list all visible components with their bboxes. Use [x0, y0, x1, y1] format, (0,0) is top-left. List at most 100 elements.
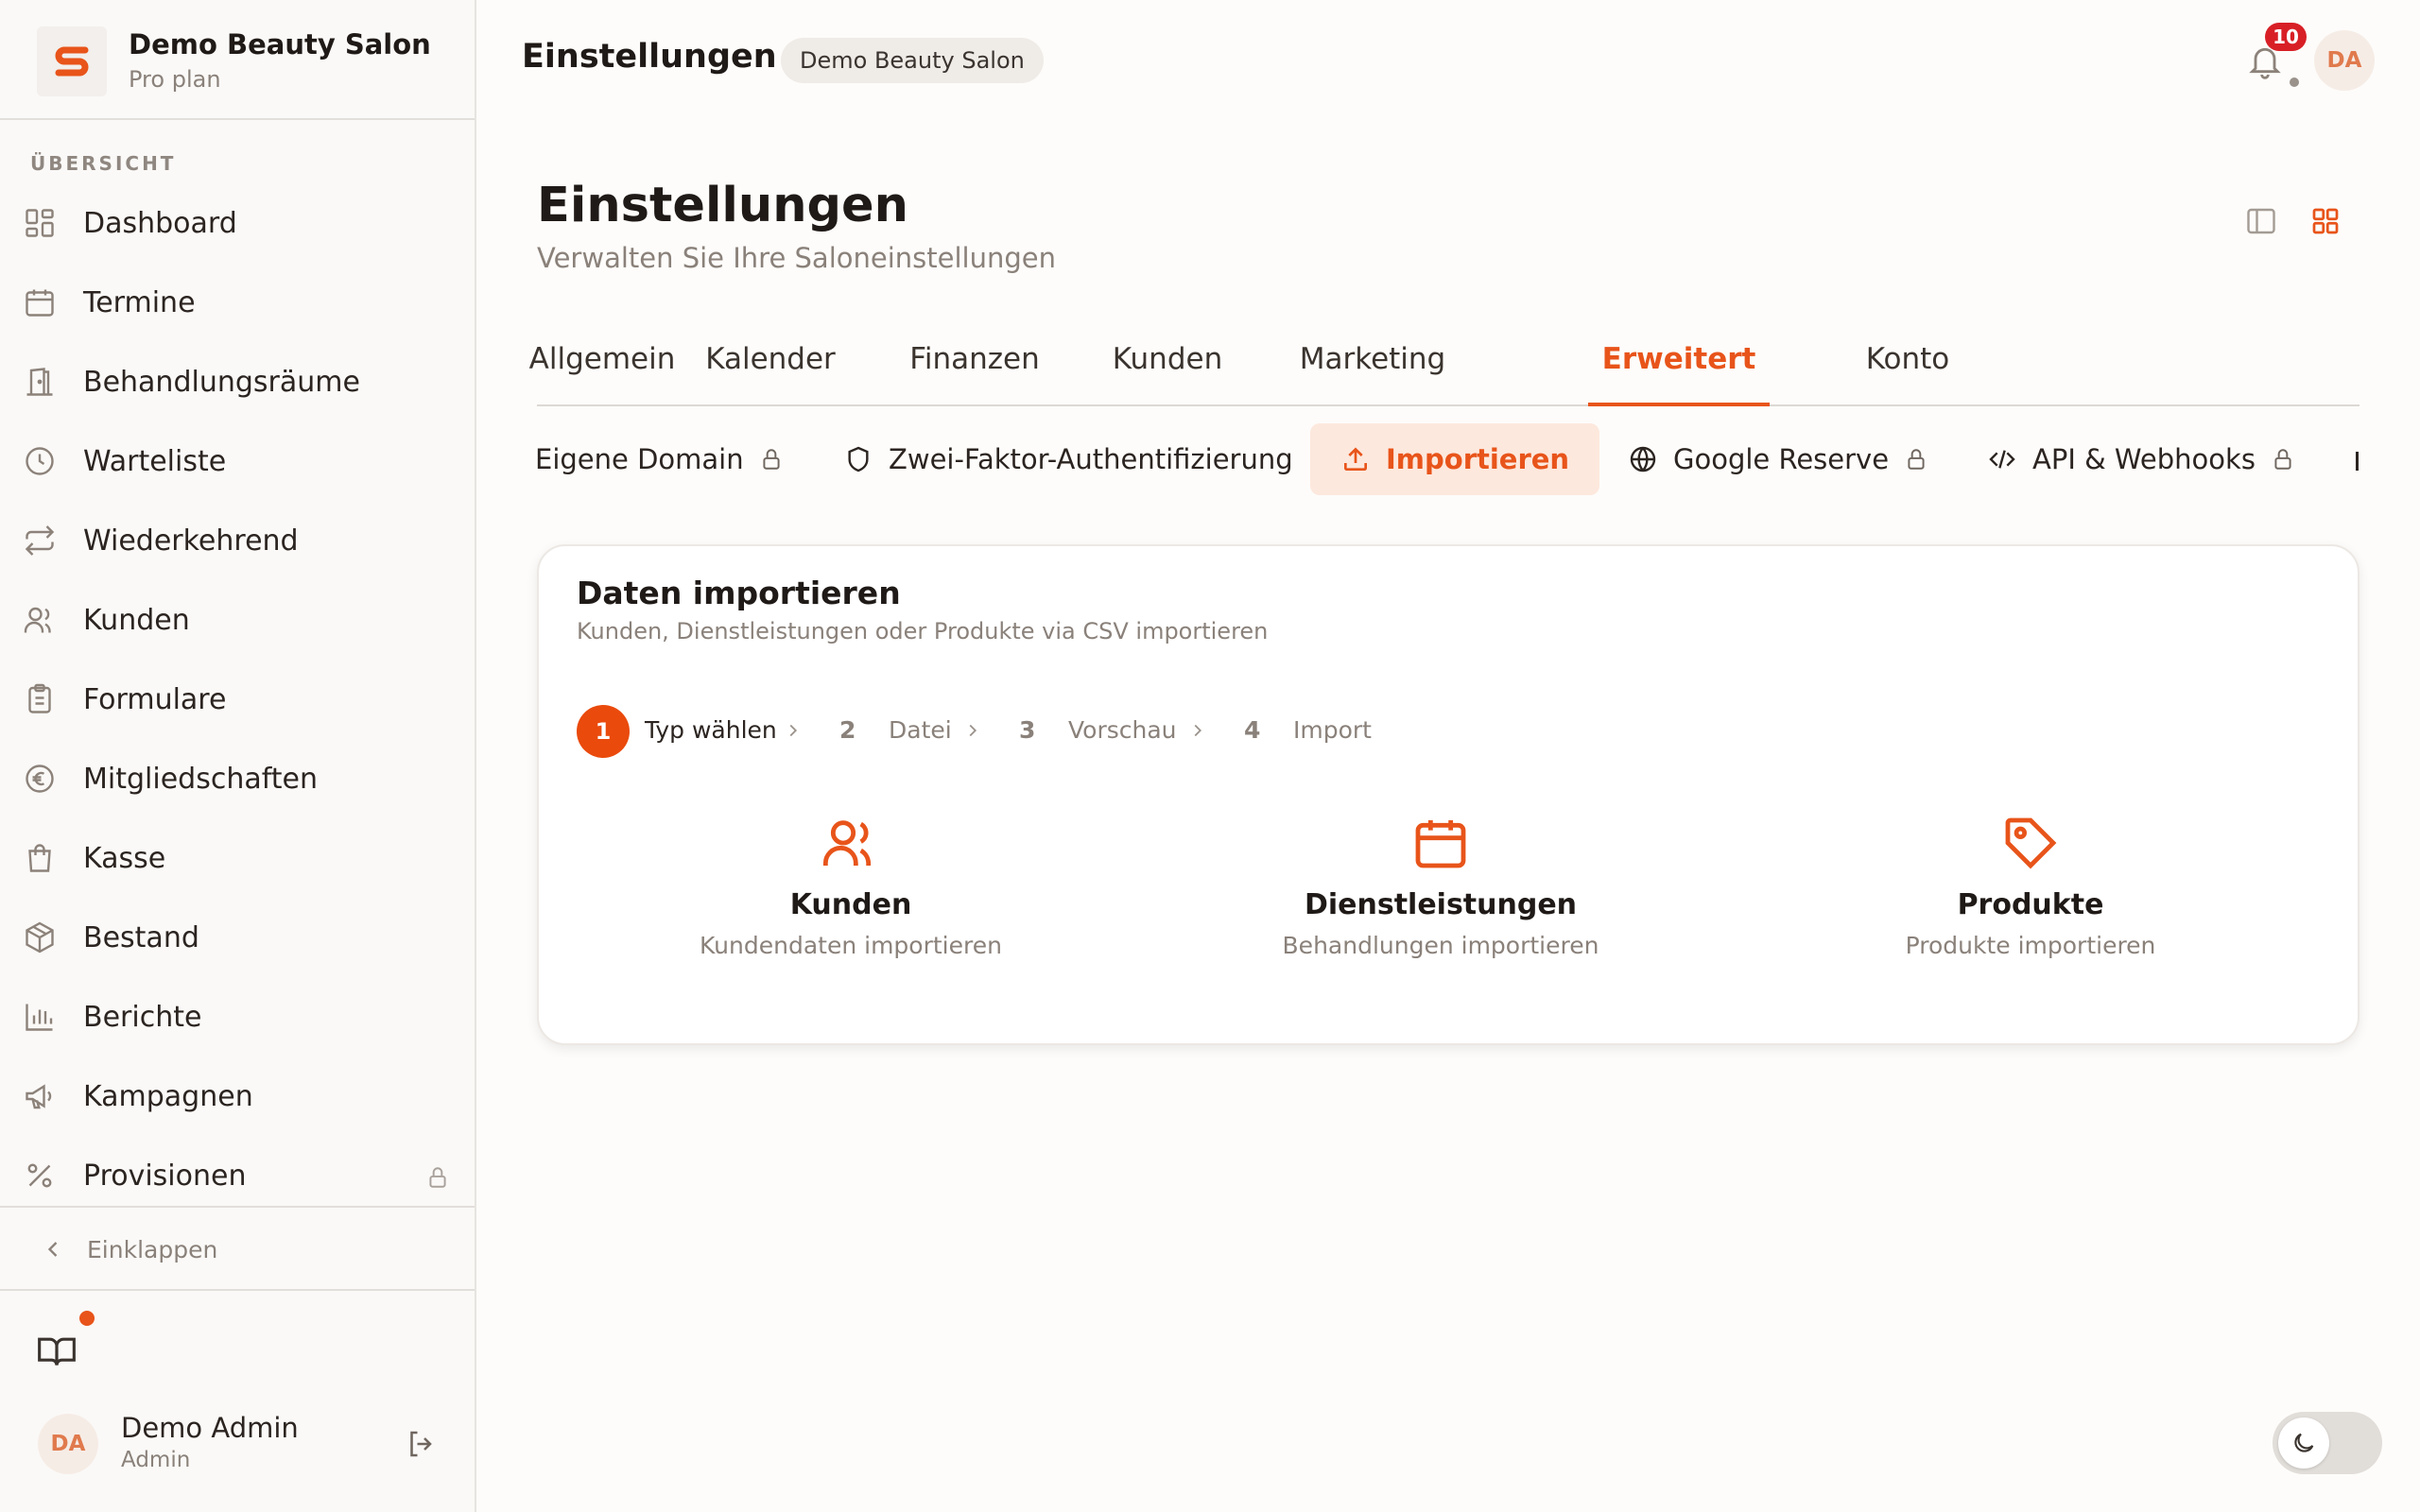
step-3-label: Vorschau: [1068, 716, 1177, 744]
advanced-subtabs: Eigene Domain Zwei-Faktor-Authentifizier…: [0, 423, 2420, 499]
chevron-right-icon: [962, 720, 983, 741]
sidebar-item-berichte[interactable]: Berichte: [0, 984, 475, 1050]
import-card: Daten importieren Kunden, Dienstleistung…: [537, 544, 2360, 1045]
tab-allgemein[interactable]: Allgemein: [529, 331, 676, 406]
step-1-indicator: 1: [577, 705, 630, 758]
salon-chip[interactable]: Demo Beauty Salon: [781, 38, 1044, 83]
subtab-importieren[interactable]: Importieren: [1310, 423, 1600, 495]
sidebar-item-bestand[interactable]: Bestand: [0, 904, 475, 971]
dashboard-icon: [23, 206, 57, 240]
sidebar-item-mitgliedschaften[interactable]: Mitgliedschaften: [0, 746, 475, 812]
page-subtitle: Verwalten Sie Ihre Saloneinstellungen: [537, 242, 1056, 274]
topbar: Einstellungen Demo Beauty Salon 10 DA: [476, 0, 2420, 120]
sidebar-item-provisionen[interactable]: Provisionen: [0, 1143, 475, 1209]
user-name: Demo Admin: [121, 1412, 299, 1444]
step-4-label: Import: [1293, 716, 1372, 744]
tab-konto[interactable]: Konto: [1851, 331, 1964, 406]
subtab-google-reserve[interactable]: Google Reserve: [1628, 423, 1928, 495]
settings-tabs: Allgemein Kalender Finanzen Kunden Marke…: [529, 331, 2360, 406]
option-subtitle: Kundendaten importieren: [700, 932, 1002, 959]
lock-icon: [759, 447, 784, 472]
package-icon: [23, 920, 57, 954]
sidebar-item-label: Dashboard: [83, 206, 237, 240]
sidebar-item-termine[interactable]: Termine: [0, 269, 475, 335]
sidebar-item-formulare[interactable]: Formulare: [0, 666, 475, 732]
subtab-label: Eigene Domain: [535, 443, 744, 475]
sidebar-item-label: Kasse: [83, 841, 166, 875]
sidebar-item-label: Bestand: [83, 920, 199, 954]
sidebar-item-behandlungsraeume[interactable]: Behandlungsräume: [0, 349, 475, 415]
percent-icon: [23, 1159, 57, 1193]
sidebar-item-kasse[interactable]: Kasse: [0, 825, 475, 891]
chevron-left-icon: [40, 1236, 66, 1263]
upload-icon: [1340, 444, 1371, 474]
logout-icon[interactable]: [405, 1427, 439, 1461]
tab-marketing[interactable]: Marketing: [1297, 331, 1448, 406]
avatar[interactable]: DA: [38, 1414, 98, 1474]
sidebar-item-label: Termine: [83, 285, 196, 319]
megaphone-icon: [23, 1079, 57, 1113]
collapse-sidebar-button[interactable]: Einklappen: [0, 1206, 475, 1291]
import-option-produkte[interactable]: Produkte Produkte importieren: [1766, 801, 2295, 1000]
theme-toggle[interactable]: [2273, 1412, 2382, 1474]
import-option-kunden[interactable]: Kunden Kundendaten importieren: [586, 801, 1115, 1000]
lock-icon: [425, 1165, 450, 1190]
book-icon[interactable]: [36, 1331, 78, 1372]
sidebar-item-wiederkehrend[interactable]: Wiederkehrend: [0, 507, 475, 574]
subtab-zwei-faktor[interactable]: Zwei-Faktor-Authentifizierung: [843, 423, 1293, 495]
repeat-icon: [23, 524, 57, 558]
import-subtitle: Kunden, Dienstleistungen oder Produkte v…: [577, 618, 1269, 644]
subtab-label: Google Reserve: [1673, 443, 1890, 475]
grid-layout-icon[interactable]: [2308, 204, 2342, 238]
brand-header[interactable]: Demo Beauty Salon Pro plan: [0, 0, 475, 120]
topbar-title: Einstellungen: [522, 38, 777, 76]
sidebar-item-label: Berichte: [83, 1000, 202, 1034]
step-1-label: Typ wählen: [645, 716, 777, 744]
bar-chart-icon: [23, 1000, 57, 1034]
sidebar-item-kampagnen[interactable]: Kampagnen: [0, 1063, 475, 1129]
users-icon: [821, 813, 881, 873]
sidebar-item-kunden[interactable]: Kunden: [0, 587, 475, 653]
tab-kunden[interactable]: Kunden: [1109, 331, 1226, 406]
status-dot: [2290, 77, 2299, 87]
chevron-right-icon: [783, 720, 804, 741]
calendar-icon: [23, 285, 57, 319]
sidebar-item-label: Kampagnen: [83, 1079, 253, 1113]
option-subtitle: Behandlungen importieren: [1282, 932, 1599, 959]
sidebar-item-label: Behandlungsräume: [83, 365, 360, 399]
subtab-label: Importieren: [1386, 443, 1570, 475]
step-3-number: 3: [1019, 716, 1036, 744]
euro-icon: [23, 762, 57, 796]
subtab-eigene-domain[interactable]: Eigene Domain: [535, 423, 784, 495]
subtab-overflow-indicator: [2356, 452, 2359, 471]
user-role: Admin: [121, 1448, 191, 1472]
brand-name: Demo Beauty Salon: [129, 28, 431, 60]
sidebar-item-label: Provisionen: [83, 1159, 247, 1193]
tab-kalender[interactable]: Kalender: [703, 331, 838, 406]
sidebar-layout-icon[interactable]: [2244, 204, 2278, 238]
sidebar: Demo Beauty Salon Pro plan ÜBERSICHT Das…: [0, 0, 476, 1512]
sidebar-item-label: Formulare: [83, 682, 227, 716]
logo-s-icon: [55, 46, 89, 77]
users-icon: [23, 603, 57, 637]
import-option-dienstleistungen[interactable]: Dienstleistungen Behandlungen importiere…: [1176, 801, 1705, 1000]
tab-erweitert[interactable]: Erweitert: [1588, 331, 1770, 406]
calendar-icon: [1410, 813, 1471, 873]
step-2-label: Datei: [889, 716, 952, 744]
option-title: Produkte: [1957, 888, 2104, 921]
lock-icon: [1904, 447, 1928, 472]
sidebar-item-label: Kunden: [83, 603, 190, 637]
code-icon: [1987, 444, 2017, 474]
option-title: Kunden: [789, 888, 912, 921]
import-title: Daten importieren: [577, 575, 901, 611]
chevron-right-icon: [1187, 720, 1208, 741]
sidebar-item-dashboard[interactable]: Dashboard: [0, 190, 475, 256]
shield-icon: [843, 444, 873, 474]
avatar[interactable]: DA: [2314, 30, 2375, 91]
clipboard-icon: [23, 682, 57, 716]
subtab-api-webhooks[interactable]: API & Webhooks: [1987, 423, 2295, 495]
option-title: Dienstleistungen: [1304, 888, 1578, 921]
tab-finanzen[interactable]: Finanzen: [908, 331, 1042, 406]
sidebar-item-label: Wiederkehrend: [83, 524, 299, 558]
docs-notification-dot: [79, 1311, 95, 1326]
